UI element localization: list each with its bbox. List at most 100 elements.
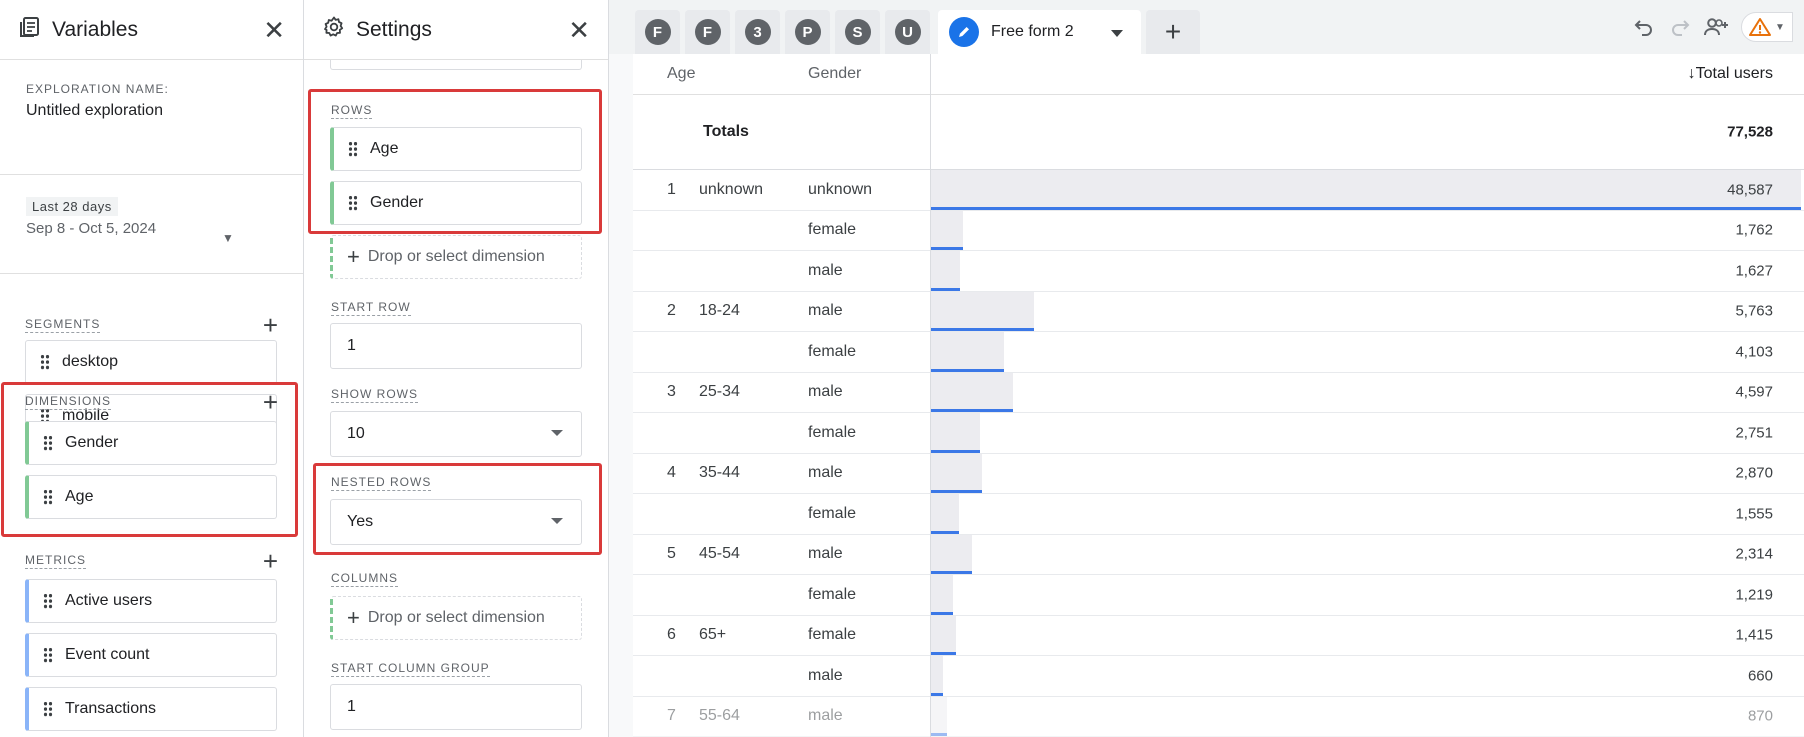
tab-f-2[interactable]: F <box>685 10 730 54</box>
value-bar <box>931 291 1035 331</box>
rows-drop-zone[interactable]: + Drop or select dimension <box>330 235 582 279</box>
variables-icon <box>18 15 42 44</box>
tab-dropdown-icon[interactable] <box>1111 30 1123 37</box>
plus-icon: + <box>347 605 360 630</box>
metric-chip[interactable]: Active users <box>25 579 277 623</box>
tab-3[interactable]: 3 <box>735 10 780 54</box>
share-user-icon[interactable] <box>1701 12 1731 42</box>
table-row[interactable]: male 1,627 <box>633 251 1804 292</box>
redo-icon[interactable] <box>1665 12 1695 42</box>
row-index: 5 <box>667 545 676 563</box>
header-gender[interactable]: Gender <box>808 65 861 83</box>
table-row[interactable]: female 1,762 <box>633 210 1804 251</box>
table-row[interactable]: male 660 <box>633 656 1804 697</box>
tab-free-form-2[interactable]: Free form 2 <box>938 10 1141 54</box>
sort-arrow-icon: ↓ <box>1687 65 1696 82</box>
drag-handle-icon[interactable] <box>43 435 53 451</box>
columns-drop-zone[interactable]: + Drop or select dimension <box>330 596 582 640</box>
close-icon[interactable]: ✕ <box>263 17 285 43</box>
variables-title: Variables <box>52 17 138 41</box>
value-bar <box>931 615 957 655</box>
value-bar <box>931 332 1005 372</box>
row-value: 5,763 <box>1735 302 1773 320</box>
table-row[interactable]: 5 45-54 male 2,314 <box>633 534 1804 575</box>
show-rows-select[interactable]: 10 <box>330 411 582 457</box>
tab-p[interactable]: P <box>785 10 830 54</box>
header-age[interactable]: Age <box>667 65 695 83</box>
row-gender: male <box>808 383 843 401</box>
drag-handle-icon[interactable] <box>348 195 358 211</box>
table-header-row: Age Gender ↓Total users <box>633 54 1804 95</box>
settings-title: Settings <box>356 17 432 41</box>
tab-s[interactable]: S <box>835 10 880 54</box>
value-bar <box>931 210 963 250</box>
table-row[interactable]: 6 65+ female 1,415 <box>633 615 1804 656</box>
date-range-picker[interactable]: Last 28 days Sep 8 - Oct 5, 2024 ▼ <box>0 175 303 274</box>
table-row[interactable]: 3 25-34 male 4,597 <box>633 372 1804 413</box>
row-gender: male <box>808 707 843 725</box>
close-icon[interactable]: ✕ <box>568 17 590 43</box>
value-bar <box>931 453 983 493</box>
drag-handle-icon[interactable] <box>43 489 53 505</box>
value-bar <box>931 534 973 574</box>
drag-handle-icon[interactable] <box>43 701 53 717</box>
settings-panel: Settings ✕ ROWS Age Gender + Drop or sele… <box>304 0 609 737</box>
chevron-down-icon[interactable]: ▼ <box>222 231 234 245</box>
start-column-group-input[interactable]: 1 <box>330 684 582 730</box>
metric-chip[interactable]: Transactions <box>25 687 277 731</box>
row-value: 660 <box>1747 667 1773 685</box>
row-chip[interactable]: Age <box>330 127 582 171</box>
dimension-chip[interactable]: Gender <box>25 421 277 465</box>
columns-label: COLUMNS <box>331 571 399 587</box>
row-age: 45-54 <box>699 545 740 563</box>
row-value: 4,597 <box>1735 383 1773 401</box>
dimensions-label: DIMENSIONS <box>25 394 112 410</box>
row-chip[interactable]: Gender <box>330 181 582 225</box>
table-row[interactable]: 2 18-24 male 5,763 <box>633 291 1804 332</box>
row-index: 2 <box>667 302 676 320</box>
tab-bar: F F 3 P S U Free form 2 + ▼ <box>609 0 1804 54</box>
add-metric-icon[interactable]: + <box>263 548 278 574</box>
value-bar <box>931 696 947 736</box>
header-total-users[interactable]: ↓Total users <box>1688 65 1773 83</box>
dropdown-arrow-icon <box>551 518 563 524</box>
table-row[interactable]: female 1,219 <box>633 575 1804 616</box>
exploration-canvas: F F 3 P S U Free form 2 + ▼ Age Gender ↓… <box>609 0 1804 737</box>
row-value: 1,219 <box>1735 586 1773 604</box>
add-segment-icon[interactable]: + <box>263 312 278 338</box>
tab-u[interactable]: U <box>885 10 930 54</box>
warning-icon[interactable]: ▼ <box>1741 12 1793 42</box>
row-age: 65+ <box>699 626 727 644</box>
table-row[interactable]: female 2,751 <box>633 413 1804 454</box>
table-row[interactable]: female 4,103 <box>633 332 1804 373</box>
row-index: 1 <box>667 180 676 198</box>
drag-handle-icon[interactable] <box>40 354 50 370</box>
metric-chip[interactable]: Event count <box>25 633 277 677</box>
tab-f[interactable]: F <box>635 10 680 54</box>
totals-label: Totals <box>703 123 749 140</box>
row-value: 1,762 <box>1735 221 1773 239</box>
drag-handle-icon[interactable] <box>43 593 53 609</box>
row-value: 1,627 <box>1735 262 1773 280</box>
row-gender: male <box>808 464 843 482</box>
segment-chip[interactable]: desktop <box>25 340 277 384</box>
show-rows-label: SHOW ROWS <box>331 387 418 403</box>
row-index: 4 <box>667 464 676 482</box>
dimension-chip[interactable]: Age <box>25 475 277 519</box>
add-tab-button[interactable]: + <box>1146 10 1200 54</box>
metrics-label: METRICS <box>25 553 86 569</box>
drag-handle-icon[interactable] <box>43 647 53 663</box>
start-row-input[interactable]: 1 <box>330 323 582 369</box>
nested-rows-select[interactable]: Yes <box>330 499 582 545</box>
row-age: unknown <box>699 180 764 198</box>
table-row[interactable]: 4 35-44 male 2,870 <box>633 453 1804 494</box>
add-dimension-icon[interactable]: + <box>263 389 278 415</box>
table-row[interactable]: female 1,555 <box>633 494 1804 535</box>
row-age: 18-24 <box>699 302 740 320</box>
row-index: 7 <box>667 707 676 725</box>
undo-icon[interactable] <box>1629 12 1659 42</box>
table-row[interactable]: 7 55-64 male 870 <box>633 696 1804 737</box>
exploration-name-input[interactable]: Untitled exploration <box>26 102 277 120</box>
table-row[interactable]: 1 unknown unknown 48,587 <box>633 170 1804 211</box>
drag-handle-icon[interactable] <box>348 141 358 157</box>
